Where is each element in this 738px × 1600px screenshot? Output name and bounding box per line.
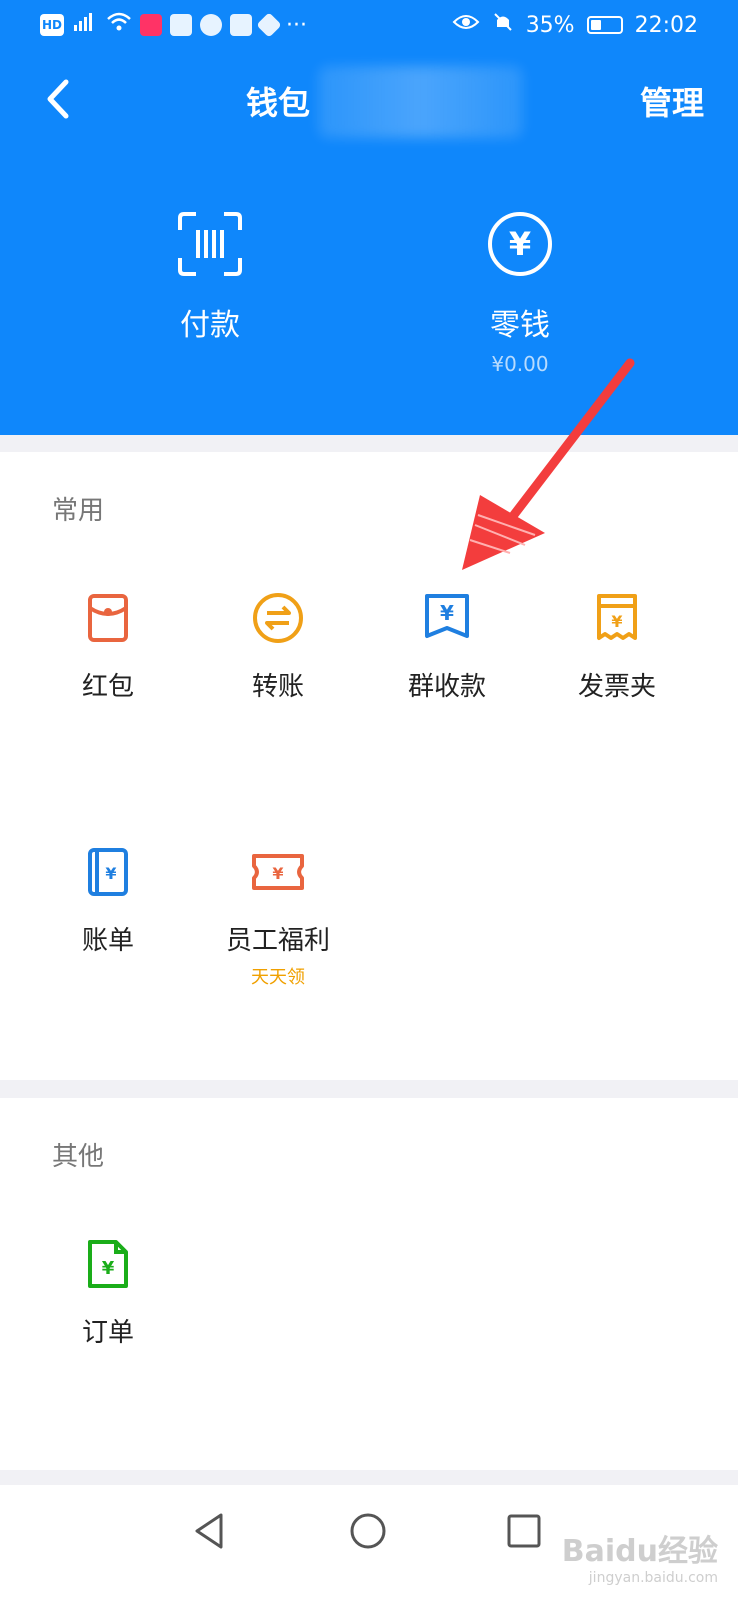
battery-percent: 35% (525, 12, 575, 38)
tile-label: 转账 (251, 672, 304, 702)
svg-text:¥: ¥ (440, 601, 454, 625)
watermark-url: jingyan.baidu.com (588, 1570, 718, 1586)
tile-label: 账单 (81, 926, 134, 956)
transfer-icon (250, 590, 306, 646)
bill-icon: ¥ (80, 844, 136, 900)
svg-text:¥: ¥ (509, 225, 531, 263)
transfer-button[interactable]: 转账 (193, 590, 363, 703)
tile-label: 群收款 (407, 672, 486, 702)
other-section: 其他 ¥ 订单 (0, 1098, 738, 1470)
status-bar: HD ··· 35% 22:02 (0, 0, 738, 50)
tile-sublabel: 天天领 (251, 967, 305, 988)
group-collect-icon: ¥ (419, 590, 475, 646)
order-icon: ¥ (80, 1236, 136, 1292)
change-button[interactable]: ¥ 零钱 ¥0.00 (460, 210, 580, 376)
svg-text:¥: ¥ (102, 1258, 115, 1279)
app2-icon (200, 14, 222, 36)
section-title-common: 常用 (52, 496, 105, 526)
chevron-left-icon (47, 79, 69, 119)
change-label: 零钱 (490, 308, 550, 343)
tile-label: 发票夹 (577, 672, 656, 702)
section-title-other: 其他 (52, 1142, 105, 1172)
nav-back-button[interactable] (189, 1509, 233, 1553)
mute-bell-icon (492, 11, 514, 39)
triangle-back-icon (195, 1513, 223, 1549)
scan-code-icon (160, 210, 260, 282)
svg-text:¥: ¥ (611, 612, 622, 631)
signal-icon (72, 11, 98, 39)
cloud-icon (170, 14, 192, 36)
pay-label: 付款 (180, 308, 240, 343)
baidu-watermark: Baidu经验 jingyan.baidu.com (562, 1526, 718, 1586)
more-icon: ··· (286, 12, 307, 38)
circle-home-icon (350, 1513, 386, 1549)
invoice-button[interactable]: ¥ 发票夹 (532, 590, 702, 703)
wifi-icon (106, 11, 132, 39)
employee-benefit-button[interactable]: ¥ 员工福利 天天领 (193, 844, 363, 989)
manage-button[interactable]: 管理 (640, 78, 704, 124)
eye-icon (452, 11, 480, 39)
nav-bar: 钱包 管理 (0, 60, 738, 140)
invoice-icon: ¥ (589, 590, 645, 646)
watermark-brand: Baidu经验 (561, 1534, 718, 1569)
change-amount: ¥0.00 (491, 352, 549, 376)
wallet-header: HD ··· 35% 22:02 钱包 管理 付款 ¥ 零钱 ¥0.00 (0, 0, 738, 435)
bill-button[interactable]: ¥ 账单 (23, 844, 193, 957)
tile-label: 员工福利 (225, 926, 330, 956)
nav-home-button[interactable] (346, 1509, 390, 1553)
back-button[interactable] (36, 74, 86, 124)
page-title: 钱包 (246, 84, 311, 122)
red-envelope-icon (80, 590, 136, 646)
svg-text:¥: ¥ (272, 864, 283, 883)
svg-text:¥: ¥ (105, 864, 116, 883)
hd-icon: HD (40, 14, 64, 36)
tile-label: 红包 (81, 672, 134, 702)
order-button[interactable]: ¥ 订单 (23, 1236, 193, 1349)
square-recents-icon (507, 1514, 541, 1548)
group-collect-button[interactable]: ¥ 群收款 (362, 590, 532, 703)
redacted-area (318, 66, 523, 138)
app4-icon (256, 12, 282, 38)
system-navigation-bar: Baidu经验 jingyan.baidu.com (0, 1485, 738, 1600)
yuan-coin-icon: ¥ (460, 210, 580, 282)
nav-recents-button[interactable] (502, 1509, 546, 1553)
app3-icon (230, 14, 252, 36)
common-section: 常用 红包 转账 ¥ 群收款 ¥ 发票夹 ¥ 账单 ¥ 员工福利 天天领 (0, 452, 738, 1080)
clock: 22:02 (634, 12, 698, 38)
pay-button[interactable]: 付款 (160, 210, 260, 344)
app-icon (140, 14, 162, 36)
benefit-ticket-icon: ¥ (250, 844, 306, 900)
tile-label: 订单 (81, 1318, 134, 1348)
red-envelope-button[interactable]: 红包 (23, 590, 193, 703)
battery-icon (586, 16, 623, 34)
